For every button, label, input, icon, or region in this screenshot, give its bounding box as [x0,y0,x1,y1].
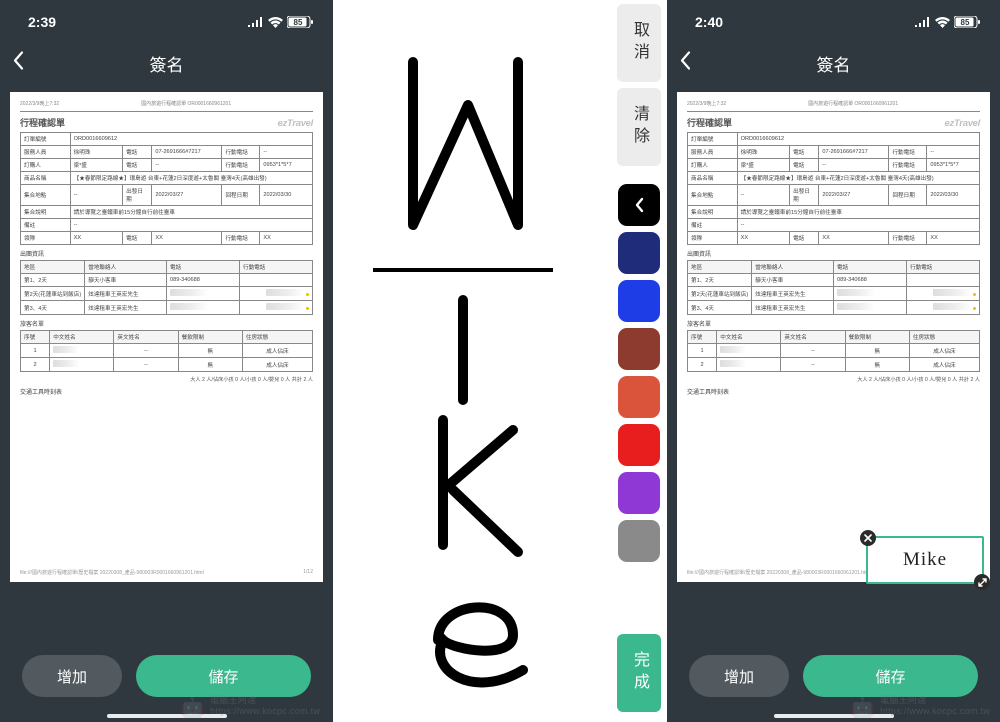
color-brown[interactable] [618,328,660,370]
nav-bar: 簽名 [667,44,1000,82]
resize-icon [978,578,987,587]
clear-button[interactable]: 清除 [617,88,661,166]
nav-bar: 簽名 [0,44,333,82]
color-navy[interactable] [618,232,660,274]
section-trip: 出團資訊 [20,249,313,258]
signal-icon [248,17,264,27]
done-button[interactable]: 完成 [617,634,661,712]
doc-title: 行程確認單 [20,116,65,129]
color-purple[interactable] [618,472,660,514]
section-pax: 旅客名單 [20,319,313,328]
status-bar: 2:39 85 [0,0,333,44]
watermark-logo: 🤖 [180,695,205,720]
wifi-icon [935,17,950,28]
back-button[interactable] [12,51,24,76]
status-right: 85 [915,16,980,28]
chevron-left-icon [633,196,645,214]
status-time: 2:40 [695,14,723,30]
wifi-icon [268,17,283,28]
battery-icon: 85 [287,16,313,28]
back-button[interactable] [679,51,691,76]
home-indicator[interactable] [107,714,227,718]
placed-signature[interactable]: Mike [866,536,984,584]
watermark-logo: 🤖 [850,695,875,720]
status-time: 2:39 [28,14,56,30]
nav-title: 簽名 [150,51,184,76]
document-preview[interactable]: 2022/3/9晚上7:32國內旅遊行程確認單 OR0001660961201 … [677,92,990,582]
add-button[interactable]: 增加 [22,655,122,697]
color-black[interactable] [618,184,660,226]
home-indicator[interactable] [774,714,894,718]
chevron-left-icon [679,51,691,71]
color-orange[interactable] [618,376,660,418]
cancel-button[interactable]: 取消 [617,4,661,82]
doc-footer-right: 1/12 [303,569,313,576]
battery-icon: 85 [954,16,980,28]
chevron-left-icon [12,51,24,71]
watermark: 電腦王阿達https://www.kocpc.com.tw [210,693,320,716]
doc-footer-left: file:///國內旅遊行程確認單/歷史檔案 20220308_產品-98000… [20,569,204,576]
content-area: 2022/3/9晚上7:32國內旅遊行程確認單 OR0001660961201 … [667,82,1000,644]
doc-brand: ezTravel [278,118,313,129]
pax-summary: 大人 2 人/佔床小孩 0 人/小孩 0 人/嬰兒 0 人 共計 2 人 [20,376,313,383]
color-red[interactable] [618,424,660,466]
signature-text: Mike [903,549,947,571]
pax-table: 序號中文姓名英文姓名餐飲限制住房狀態 1--無成人佔床 2--無成人佔床 [20,330,313,372]
signature-canvas[interactable] [333,0,611,722]
status-bar: 2:40 85 [667,0,1000,44]
side-toolbar: 取消 清除 完成 [611,0,667,722]
document-preview[interactable]: 2022/3/9晚上7:32國內旅遊行程確認單 OR0001660961201 … [10,92,323,582]
resize-signature-handle[interactable] [974,574,990,590]
phone-screen-1: 2:39 85 簽名 2022/3/9晚上7:32 國內旅遊行程確認單 OR000… [0,0,333,722]
content-area: 2022/3/9晚上7:32國內旅遊行程確認單 OR0001660961201 … [0,82,333,644]
svg-text:85: 85 [961,18,970,27]
section-traffic: 交通工具時刻表 [20,387,313,396]
trip-table: 地區當地聯絡人電話行動電話 第1、2天靜天小客車089-340688 第2天(花… [20,260,313,315]
signature-stroke [333,0,611,722]
phone-screen-3: 2:40 85 簽名 2022/3/9晚上7:32國內旅遊行程確認單 OR000… [667,0,1000,722]
svg-text:85: 85 [294,18,303,27]
delete-signature-handle[interactable] [860,530,876,546]
close-icon [864,534,872,542]
color-blue[interactable] [618,280,660,322]
add-button[interactable]: 增加 [689,655,789,697]
color-gray[interactable] [618,520,660,562]
doc-timestamp: 2022/3/9晚上7:32 [20,100,59,107]
doc-info-table: 訂單編號ORD0016609612 服務人員徐明珠電話07-2691666#72… [20,132,313,245]
doc-header-center: 國內旅遊行程確認單 OR0001660961201 [141,100,231,107]
status-right: 85 [248,16,313,28]
signature-panel: 取消 清除 完成 [333,0,667,722]
save-button[interactable]: 儲存 [803,655,978,697]
nav-title: 簽名 [817,51,851,76]
signal-icon [915,17,931,27]
watermark: 電腦王阿達https://www.kocpc.com.tw [880,693,990,716]
save-button[interactable]: 儲存 [136,655,311,697]
